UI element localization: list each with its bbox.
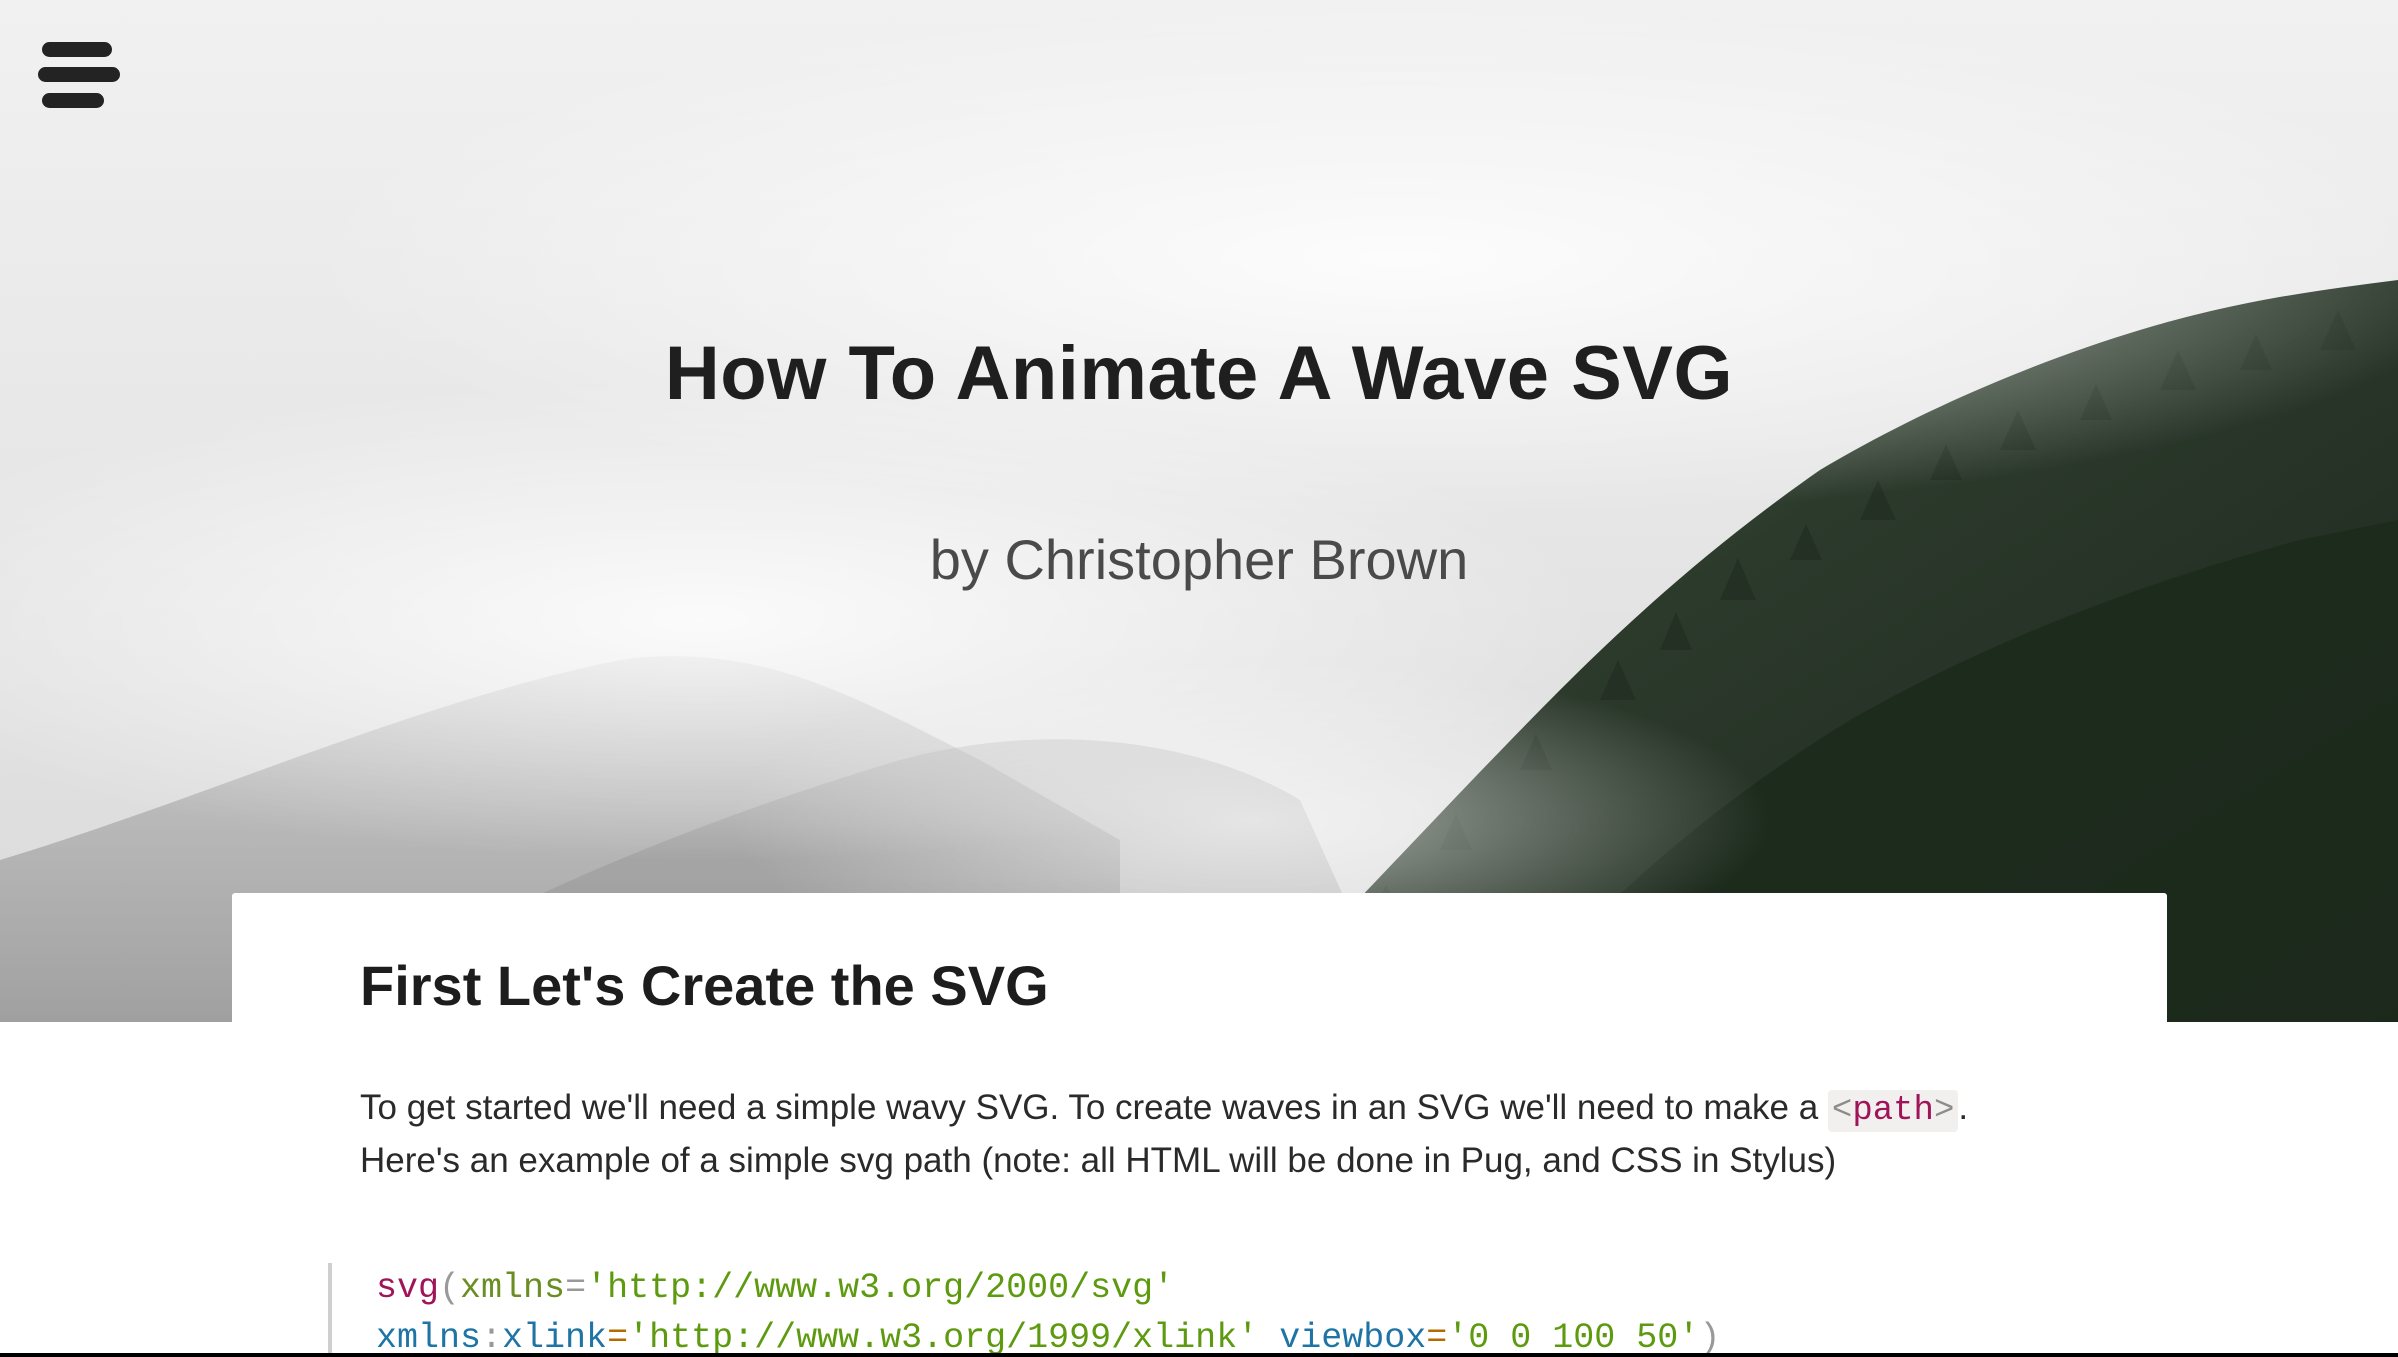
bottom-divider — [0, 1353, 2398, 1357]
page: How To Animate A Wave SVG by Christopher… — [0, 0, 2398, 1357]
inline-code-path: <path> — [1827, 1090, 1959, 1132]
hamburger-menu-icon[interactable] — [38, 42, 122, 112]
code-token-attr: xmlns — [460, 1268, 566, 1308]
code-token-attr-local: xlink — [502, 1318, 608, 1357]
code-block: svg(xmlns='http://www.w3.org/2000/svg' xm… — [328, 1263, 2076, 1357]
code-line-1: svg(xmlns='http://www.w3.org/2000/svg' — [376, 1263, 2076, 1313]
paragraph-period: . — [1958, 1088, 1969, 1127]
code-line-2: xmlns:xlink='http://www.w3.org/1999/xlin… — [376, 1313, 2076, 1357]
code-token-paren: ( — [439, 1268, 461, 1308]
code-token-colon: : — [481, 1318, 503, 1357]
code-token-string: '0 0 100 50' — [1447, 1318, 1700, 1357]
inline-code-close: > — [1933, 1092, 1955, 1130]
menu-bar-top — [42, 42, 112, 57]
inline-code-tag: path — [1852, 1092, 1934, 1130]
inline-code-open: < — [1831, 1092, 1853, 1130]
code-token-string: 'http://www.w3.org/1999/xlink' — [628, 1318, 1259, 1357]
paragraph-text: To get started we'll need a simple wavy … — [360, 1088, 1828, 1127]
author-byline: by Christopher Brown — [929, 528, 1469, 591]
code-token-attr: viewbox — [1279, 1318, 1427, 1357]
code-token-paren: ) — [1699, 1318, 1721, 1357]
menu-bar-bottom — [42, 93, 104, 108]
article-card: First Let's Create the SVG To get starte… — [232, 893, 2167, 1357]
hero-banner: How To Animate A Wave SVG by Christopher… — [0, 0, 2398, 1022]
intro-paragraph: To get started we'll need a simple wavy … — [360, 1083, 2080, 1186]
section-heading: First Let's Create the SVG — [360, 954, 1049, 1017]
code-token-eq: = — [607, 1318, 629, 1357]
code-token-fn: svg — [376, 1268, 440, 1308]
misty-mountain-image — [0, 0, 2398, 1022]
code-token-attr-ns: xmlns — [376, 1318, 482, 1357]
code-token-eq: = — [565, 1268, 587, 1308]
menu-bar-middle — [38, 67, 120, 82]
code-token-eq: = — [1426, 1318, 1448, 1357]
paragraph-line2: Here's an example of a simple svg path (… — [360, 1141, 1837, 1180]
page-title: How To Animate A Wave SVG — [664, 331, 1734, 416]
code-token-string: 'http://www.w3.org/2000/svg' — [586, 1268, 1175, 1308]
